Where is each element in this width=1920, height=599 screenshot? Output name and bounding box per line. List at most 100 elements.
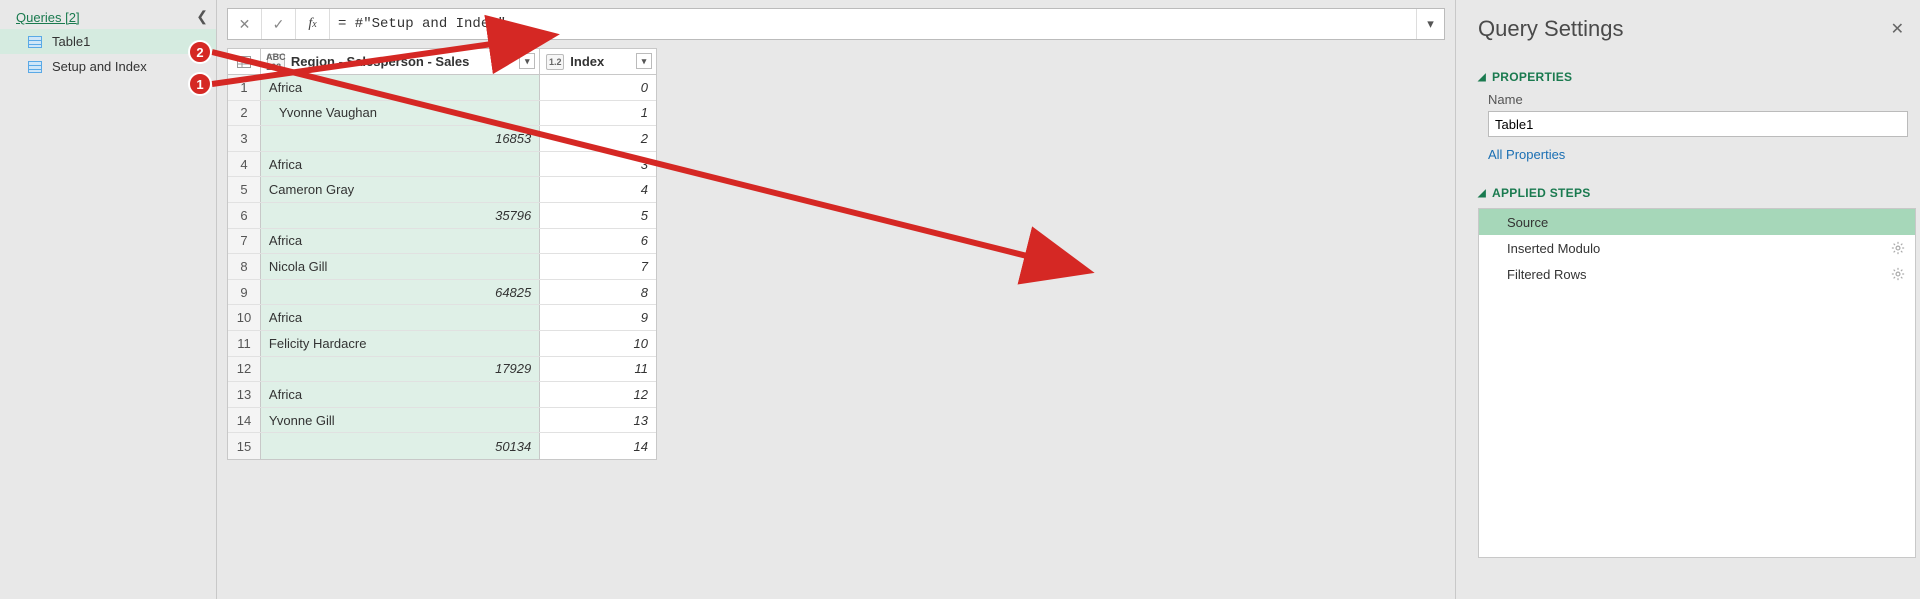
cell-col2[interactable]: 12	[540, 382, 656, 407]
cell-col1[interactable]: Yvonne Vaughan	[261, 101, 540, 126]
collapse-icon: ◢	[1478, 72, 1486, 83]
queries-header: Queries [2]	[16, 10, 80, 25]
applied-step[interactable]: Inserted Modulo	[1479, 235, 1915, 261]
formula-cancel-button[interactable]: ✕	[228, 9, 262, 39]
cell-col1[interactable]: Felicity Hardacre	[261, 331, 540, 356]
query-item[interactable]: Setup and Index	[0, 54, 216, 79]
cell-col2[interactable]: 6	[540, 229, 656, 254]
row-number: 14	[228, 408, 261, 433]
cell-col1[interactable]: 50134	[261, 433, 540, 459]
fx-icon[interactable]: fx	[296, 9, 330, 39]
table-row[interactable]: 10Africa9	[228, 305, 656, 331]
queries-pane: Queries [2] ❮ Table1 Setup and Index	[0, 0, 217, 599]
column-header-region[interactable]: ABC 123 Region - Salesperson - Sales ▾	[261, 49, 540, 74]
table-row[interactable]: 8Nicola Gill7	[228, 254, 656, 280]
table-row[interactable]: 121792911	[228, 357, 656, 383]
query-name-input[interactable]	[1488, 111, 1908, 137]
cell-col1[interactable]: Yvonne Gill	[261, 408, 540, 433]
cell-col1[interactable]: Africa	[261, 75, 540, 100]
query-settings-pane: Query Settings ✕ ◢ PROPERTIES Name All P…	[1455, 0, 1920, 599]
table-icon	[28, 61, 42, 73]
table-corner-icon[interactable]	[228, 49, 261, 74]
step-label: Inserted Modulo	[1507, 241, 1600, 256]
cell-col2[interactable]: 0	[540, 75, 656, 100]
cell-col1[interactable]: Cameron Gray	[261, 177, 540, 202]
table-row[interactable]: 155013414	[228, 433, 656, 459]
cell-col1[interactable]: 64825	[261, 280, 540, 305]
callout-badge-2: 2	[188, 40, 212, 64]
table-row[interactable]: 6357965	[228, 203, 656, 229]
cell-col2[interactable]: 10	[540, 331, 656, 356]
formula-accept-button[interactable]: ✓	[262, 9, 296, 39]
cell-col2[interactable]: 9	[540, 305, 656, 330]
data-table: ABC 123 Region - Salesperson - Sales ▾ 1…	[227, 48, 657, 460]
collapse-queries-icon[interactable]: ❮	[196, 8, 208, 25]
name-label: Name	[1488, 92, 1904, 107]
cell-col2[interactable]: 3	[540, 152, 656, 177]
table-row[interactable]: 2Yvonne Vaughan1	[228, 101, 656, 127]
cell-col2[interactable]: 2	[540, 126, 656, 151]
cell-col2[interactable]: 4	[540, 177, 656, 202]
applied-steps-header[interactable]: ◢ APPLIED STEPS	[1478, 186, 1904, 200]
row-number: 1	[228, 75, 261, 100]
cell-col1[interactable]: Africa	[261, 382, 540, 407]
cell-col1[interactable]: 35796	[261, 203, 540, 228]
cell-col1[interactable]: Africa	[261, 305, 540, 330]
table-row[interactable]: 7Africa6	[228, 229, 656, 255]
cell-col1[interactable]: 17929	[261, 357, 540, 382]
formula-bar: ✕ ✓ fx ▾	[227, 8, 1445, 40]
cell-col2[interactable]: 11	[540, 357, 656, 382]
table-row[interactable]: 3168532	[228, 126, 656, 152]
applied-steps-list: Source Inserted Modulo Filtered Rows	[1478, 208, 1916, 558]
decimal-type-icon: 1.2	[546, 54, 564, 70]
editor-center: ✕ ✓ fx ▾ ABC 123 Region - Salesperson - …	[217, 0, 1455, 599]
cell-col2[interactable]: 1	[540, 101, 656, 126]
close-icon[interactable]: ✕	[1891, 19, 1904, 39]
cell-col1[interactable]: Africa	[261, 229, 540, 254]
row-number: 6	[228, 203, 261, 228]
cell-col2[interactable]: 5	[540, 203, 656, 228]
formula-dropdown-icon[interactable]: ▾	[1416, 9, 1444, 39]
settings-title: Query Settings	[1478, 16, 1624, 42]
column2-filter-icon[interactable]: ▾	[636, 53, 652, 69]
cell-col1[interactable]: 16853	[261, 126, 540, 151]
table-row[interactable]: 1Africa0	[228, 75, 656, 101]
step-label: Source	[1507, 215, 1548, 230]
cell-col2[interactable]: 14	[540, 433, 656, 459]
table-row[interactable]: 11Felicity Hardacre10	[228, 331, 656, 357]
table-row[interactable]: 13Africa12	[228, 382, 656, 408]
properties-label: PROPERTIES	[1492, 70, 1572, 84]
applied-step[interactable]: Source	[1479, 209, 1915, 235]
step-label: Filtered Rows	[1507, 267, 1586, 282]
row-number: 10	[228, 305, 261, 330]
all-properties-link[interactable]: All Properties	[1488, 147, 1904, 162]
row-number: 15	[228, 433, 261, 459]
column-header-index[interactable]: 1.2 Index ▾	[540, 49, 656, 74]
properties-header[interactable]: ◢ PROPERTIES	[1478, 70, 1904, 84]
row-number: 12	[228, 357, 261, 382]
table-row[interactable]: 9648258	[228, 280, 656, 306]
row-number: 4	[228, 152, 261, 177]
row-number: 3	[228, 126, 261, 151]
query-label: Table1	[52, 34, 90, 49]
column1-filter-icon[interactable]: ▾	[519, 53, 535, 69]
collapse-icon: ◢	[1478, 188, 1486, 199]
row-number: 8	[228, 254, 261, 279]
cell-col2[interactable]: 13	[540, 408, 656, 433]
table-row[interactable]: 14Yvonne Gill13	[228, 408, 656, 434]
gear-icon[interactable]	[1891, 241, 1905, 255]
cell-col2[interactable]: 7	[540, 254, 656, 279]
abc123-type-icon: ABC 123	[267, 54, 285, 70]
query-item[interactable]: Table1	[0, 29, 216, 54]
gear-icon[interactable]	[1891, 267, 1905, 281]
cell-col1[interactable]: Africa	[261, 152, 540, 177]
formula-input[interactable]	[330, 9, 1416, 39]
cell-col2[interactable]: 8	[540, 280, 656, 305]
column2-label: Index	[570, 54, 604, 69]
table-row[interactable]: 4Africa3	[228, 152, 656, 178]
cell-col1[interactable]: Nicola Gill	[261, 254, 540, 279]
applied-step[interactable]: Filtered Rows	[1479, 261, 1915, 287]
row-number: 11	[228, 331, 261, 356]
table-row[interactable]: 5Cameron Gray4	[228, 177, 656, 203]
row-number: 5	[228, 177, 261, 202]
